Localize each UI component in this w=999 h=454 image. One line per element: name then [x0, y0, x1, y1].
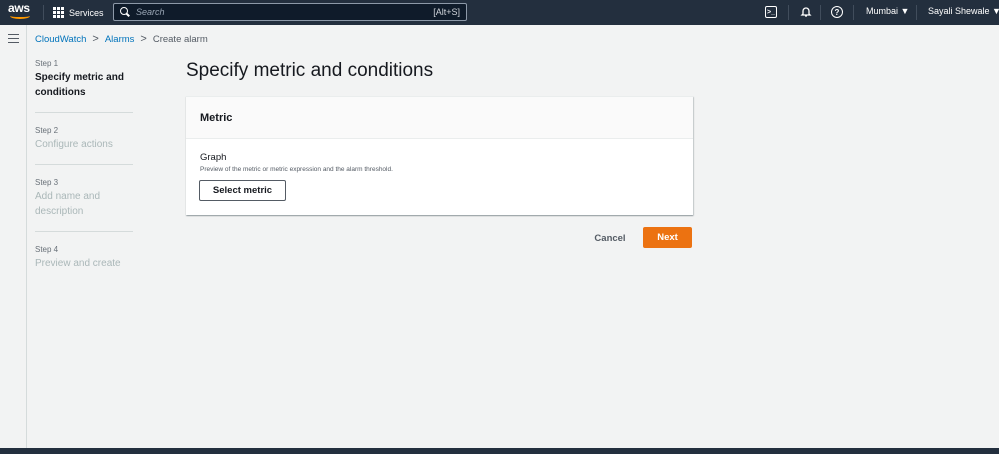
select-metric-button[interactable]: Select metric [199, 180, 286, 201]
breadcrumb-alarms[interactable]: Alarms [105, 34, 135, 45]
page-title: Specify metric and conditions [186, 60, 434, 81]
breadcrumb-separator: > [92, 33, 99, 45]
search-input[interactable] [136, 7, 416, 17]
help-icon[interactable]: ? [831, 6, 843, 18]
divider [853, 5, 854, 20]
step-title: Specify metric and conditions [35, 72, 124, 98]
search-shortcut: [Alt+S] [433, 7, 460, 17]
bell-icon[interactable] [799, 5, 813, 19]
step-number: Step 4 [35, 245, 59, 254]
wizard-step-3: Step 3 Add name and description [35, 178, 133, 232]
breadcrumb-current: Create alarm [152, 33, 208, 45]
step-number: Step 2 [35, 126, 59, 135]
divider [820, 5, 821, 20]
wizard-step-4: Step 4 Preview and create [35, 245, 133, 283]
top-navigation: aws Services [Alt+S] >_ ? Mumbai ▼ Sayal… [0, 0, 999, 25]
grid-icon [53, 7, 64, 18]
hamburger-menu-icon[interactable] [8, 34, 19, 43]
account-menu[interactable]: Sayali Shewale ▼ [928, 6, 999, 16]
breadcrumb-cloudwatch[interactable]: CloudWatch [35, 34, 86, 45]
services-label: Services [69, 7, 104, 18]
wizard-step-2: Step 2 Configure actions [35, 126, 133, 165]
services-button[interactable]: Services [53, 5, 104, 20]
graph-description: Preview of the metric or metric expressi… [200, 166, 393, 173]
step-title: Configure actions [35, 139, 113, 150]
cancel-button[interactable]: Cancel [588, 229, 632, 248]
step-title: Add name and description [35, 191, 101, 217]
region-selector[interactable]: Mumbai ▼ [866, 6, 909, 16]
metric-panel: Metric Graph Preview of the metric or me… [186, 96, 693, 215]
search-bar[interactable]: [Alt+S] [113, 3, 467, 21]
graph-label: Graph [200, 152, 227, 163]
step-number: Step 1 [35, 59, 59, 68]
aws-logo[interactable]: aws [8, 2, 36, 22]
divider [788, 5, 789, 20]
wizard-step-1: Step 1 Specify metric and conditions [35, 59, 133, 113]
footer-bar [0, 448, 999, 454]
divider [43, 5, 44, 20]
breadcrumb: CloudWatch > Alarms > Create alarm [35, 33, 208, 45]
search-icon [120, 7, 130, 17]
side-navigation-rail [0, 25, 27, 448]
step-number: Step 3 [35, 178, 59, 187]
cloudshell-icon[interactable]: >_ [765, 6, 777, 18]
step-title: Preview and create [35, 258, 121, 269]
metric-panel-header: Metric [186, 97, 693, 139]
wizard-steps: Step 1 Specify metric and conditions Ste… [35, 59, 133, 296]
aws-smile-icon [10, 13, 30, 19]
next-button[interactable]: Next [643, 227, 692, 248]
breadcrumb-separator: > [140, 33, 147, 45]
divider [916, 5, 917, 20]
